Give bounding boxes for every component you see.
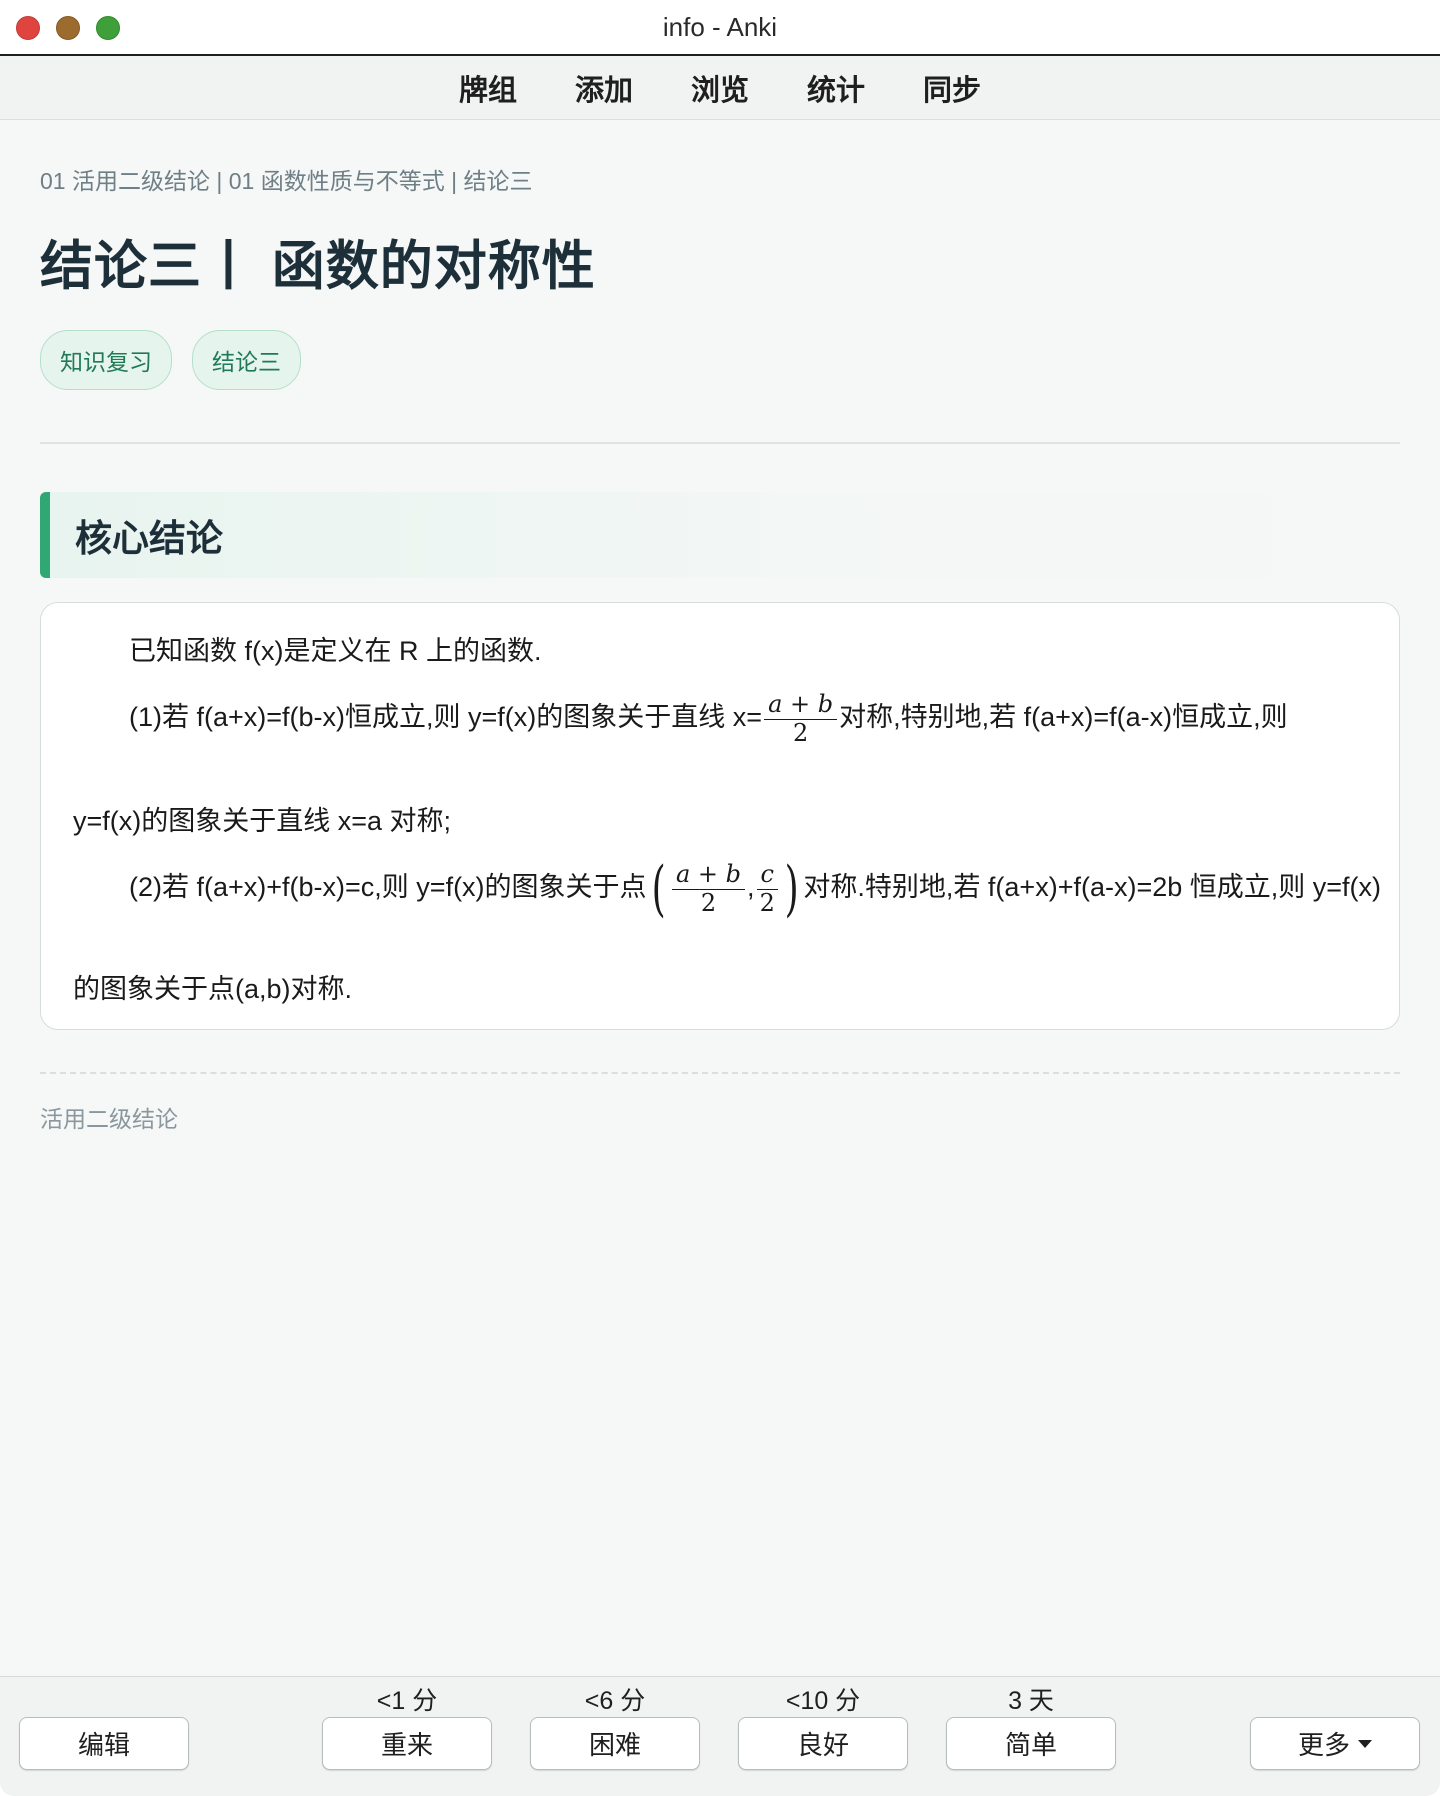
fraction-denominator: 2 xyxy=(759,888,775,917)
conclusion-box: 已知函数 f(x)是定义在 R 上的函数. (1)若 f(a+x)=f(b-x)… xyxy=(40,602,1400,1030)
tag-badge: 知识复习 xyxy=(40,330,172,390)
card-content: 01 活用二级结论 | 01 函数性质与不等式 | 结论三 结论三丨 函数的对称… xyxy=(40,120,1400,1134)
section-heading: 核心结论 xyxy=(40,492,1400,578)
comma: , xyxy=(747,872,755,903)
left-paren: ( xyxy=(651,854,666,924)
fraction-numerator: a + b xyxy=(671,860,746,890)
answer-bar: 编辑 <1 分 重来 <6 分 困难 <10 分 良好 3 天 简单 更多 xyxy=(0,1676,1440,1796)
paragraph-1: (1)若 f(a+x)=f(b-x)恒成立,则 y=f(x)的图象关于直线 x=… xyxy=(129,690,1288,747)
main-toolbar: 牌组 添加 浏览 统计 同步 xyxy=(0,56,1440,120)
window-title: info - Anki xyxy=(662,12,778,42)
chevron-down-icon xyxy=(1358,1739,1372,1748)
hard-interval: <6 分 xyxy=(584,1687,646,1715)
good-interval: <10 分 xyxy=(785,1687,861,1715)
right-paren: ) xyxy=(784,854,799,924)
paragraph-2-continued: 的图象关于点(a,b)对称. xyxy=(73,974,353,1004)
paragraph-1-text-a: (1)若 f(a+x)=f(b-x)恒成立,则 y=f(x)的图象关于直线 x= xyxy=(129,702,763,733)
paragraph-1-continued: y=f(x)的图象关于直线 x=a 对称; xyxy=(73,806,452,836)
fraction: a + b2 xyxy=(671,860,746,917)
more-button[interactable]: 更多 xyxy=(1250,1717,1420,1770)
again-interval: <1 分 xyxy=(376,1687,438,1715)
breadcrumb: 01 活用二级结论 | 01 函数性质与不等式 | 结论三 xyxy=(40,168,533,194)
intro-text: 已知函数 f(x)是定义在 R 上的函数. xyxy=(129,636,542,666)
paragraph-2: (2)若 f(a+x)+f(b-x)=c,则 y=f(x)的图象关于点(a + … xyxy=(129,859,1381,919)
nav-decks[interactable]: 牌组 xyxy=(430,67,546,109)
deck-footer: 活用二级结论 xyxy=(40,1106,178,1132)
edit-button[interactable]: 编辑 xyxy=(19,1717,189,1770)
fraction-numerator: c xyxy=(756,860,778,890)
tag-badge: 结论三 xyxy=(192,330,301,390)
tag-list: 知识复习 结论三 xyxy=(40,330,1400,390)
easy-interval: 3 天 xyxy=(1008,1687,1054,1715)
dashed-divider xyxy=(40,1072,1400,1074)
paragraph-2-text-b: 对称.特别地,若 f(a+x)+f(a-x)=2b 恒成立,则 y=f(x) xyxy=(803,872,1382,903)
divider xyxy=(40,442,1400,444)
fraction-denominator: 2 xyxy=(700,888,717,917)
fraction: c2 xyxy=(756,860,778,917)
fraction-denominator: 2 xyxy=(792,718,809,747)
page-title: 结论三丨 函数的对称性 xyxy=(40,237,596,296)
easy-button[interactable]: 简单 xyxy=(946,1717,1116,1770)
title-bar: info - Anki xyxy=(0,0,1440,56)
nav-stats[interactable]: 统计 xyxy=(778,67,894,109)
paragraph-2-text-a: (2)若 f(a+x)+f(b-x)=c,则 y=f(x)的图象关于点 xyxy=(129,872,647,903)
paragraph-1-text-b: 对称,特别地,若 f(a+x)=f(a-x)恒成立,则 xyxy=(839,702,1288,733)
hard-button[interactable]: 困难 xyxy=(530,1717,700,1770)
nav-add[interactable]: 添加 xyxy=(546,67,662,109)
anki-window: info - Anki 牌组 添加 浏览 统计 同步 01 活用二级结论 | 0… xyxy=(0,0,1440,1796)
fraction-numerator: a + b xyxy=(764,690,838,720)
nav-browse[interactable]: 浏览 xyxy=(662,67,778,109)
nav-sync[interactable]: 同步 xyxy=(894,67,1010,109)
fraction: a + b2 xyxy=(764,690,838,747)
more-button-label: 更多 xyxy=(1297,1730,1350,1760)
good-button[interactable]: 良好 xyxy=(738,1717,908,1770)
again-button[interactable]: 重来 xyxy=(322,1717,492,1770)
